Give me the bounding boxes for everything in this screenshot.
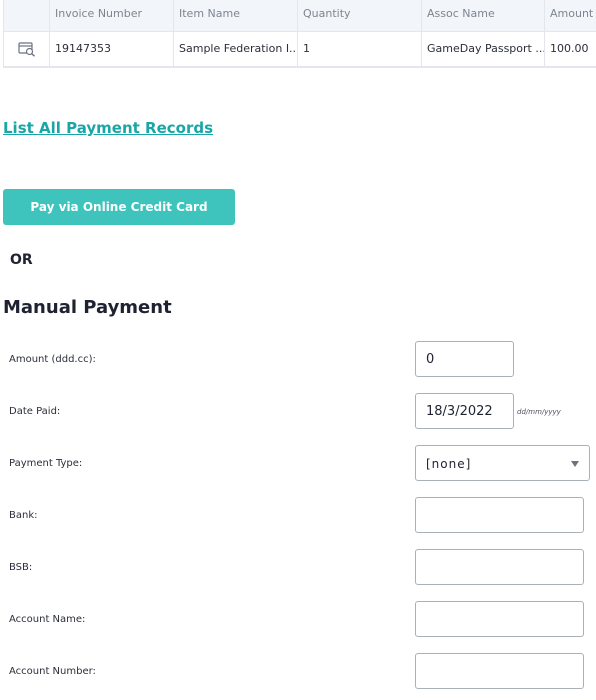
- invoice-table: Invoice Number Item Name Quantity Assoc …: [3, 0, 596, 68]
- table-header-amount[interactable]: Amount: [544, 0, 596, 31]
- table-header-quantity[interactable]: Quantity: [297, 0, 421, 31]
- account-number-label: Account Number:: [9, 666, 96, 677]
- pay-online-button[interactable]: Pay via Online Credit Card Gateway: [3, 189, 235, 250]
- date-paid-label: Date Paid:: [9, 406, 61, 417]
- payment-type-select[interactable]: [none]: [415, 445, 590, 481]
- bank-label: Bank:: [9, 510, 38, 521]
- table-cell-assoc-name: GameDay Passport ...: [421, 32, 544, 66]
- table-cell-quantity: 1: [297, 32, 421, 66]
- payment-type-selected-value: [none]: [426, 457, 472, 471]
- table-header-row: Invoice Number Item Name Quantity Assoc …: [3, 0, 596, 32]
- or-separator: OR: [10, 252, 33, 268]
- table-header-invoice-number[interactable]: Invoice Number: [49, 0, 173, 31]
- date-paid-input[interactable]: [415, 393, 514, 429]
- payment-type-label: Payment Type:: [9, 458, 83, 469]
- table-cell-invoice-number: 19147353: [49, 32, 173, 66]
- bank-input[interactable]: [415, 497, 584, 533]
- table-header-item-name[interactable]: Item Name: [173, 0, 297, 31]
- bsb-label: BSB:: [9, 562, 33, 573]
- table-cell-amount: 100.00: [544, 32, 596, 66]
- bsb-input[interactable]: [415, 549, 584, 585]
- table-header-icon-col: [3, 0, 49, 31]
- date-format-hint: dd/mm/yyyy: [517, 408, 561, 416]
- account-number-input[interactable]: [415, 653, 584, 689]
- table-header-assoc-name[interactable]: Assoc Name: [421, 0, 544, 31]
- table-cell-item-name: Sample Federation I...: [173, 32, 297, 66]
- account-name-input[interactable]: [415, 601, 584, 637]
- amount-label: Amount (ddd.cc):: [9, 354, 96, 365]
- list-all-payment-records-link[interactable]: List All Payment Records: [3, 119, 213, 137]
- manual-payment-title: Manual Payment: [3, 297, 172, 318]
- table-cell-action: [3, 32, 49, 66]
- account-name-label: Account Name:: [9, 614, 86, 625]
- view-record-icon[interactable]: [18, 41, 36, 57]
- chevron-down-icon: [571, 461, 579, 467]
- table-row: 19147353 Sample Federation I... 1 GameDa…: [3, 32, 596, 66]
- amount-input[interactable]: [415, 341, 514, 377]
